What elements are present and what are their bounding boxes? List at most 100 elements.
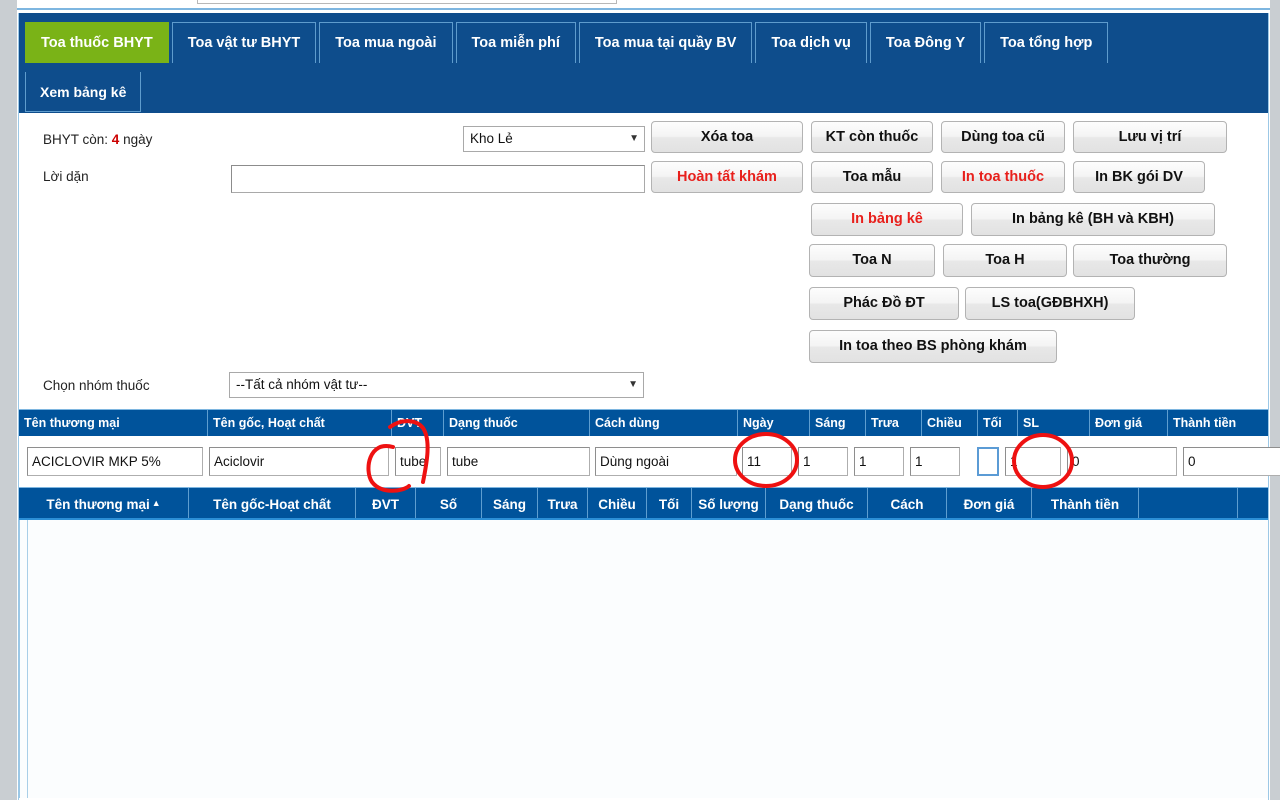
- body-left-rule: [27, 520, 28, 798]
- input-ngay[interactable]: 11: [742, 447, 792, 476]
- list-col-so-luong[interactable]: Số lượng: [692, 488, 766, 518]
- nhom-thuoc-select[interactable]: --Tất cả nhóm vật tư-- ▼: [229, 372, 644, 398]
- ls-toa-gdbhxh-button[interactable]: LS toa(GĐBHXH): [965, 287, 1135, 320]
- luu-vi-tri-button[interactable]: Lưu vị trí: [1073, 121, 1227, 153]
- list-col-dang-thuoc[interactable]: Dạng thuốc: [766, 488, 868, 518]
- top-divider: [17, 8, 1270, 10]
- list-col-chieu[interactable]: Chiều: [588, 488, 647, 518]
- list-col-label: Tên thương mại: [46, 497, 150, 512]
- tab-label: Toa miễn phí: [471, 35, 560, 51]
- list-col-toi[interactable]: Tối: [647, 488, 692, 518]
- col-sang: Sáng: [810, 410, 866, 436]
- tab-label: Toa mua ngoài: [335, 35, 437, 51]
- button-label: Phác Đồ ĐT: [843, 295, 925, 311]
- button-label: In bảng kê: [851, 211, 923, 227]
- tab-row-secondary: Xem bảng kê: [25, 72, 144, 112]
- in-bk-goi-dv-button[interactable]: In BK gói DV: [1073, 161, 1205, 193]
- kho-select[interactable]: Kho Lẻ ▼: [463, 126, 645, 152]
- list-col-thanh-tien[interactable]: Thành tiền: [1032, 488, 1139, 518]
- tab-label: Toa vật tư BHYT: [187, 35, 301, 51]
- in-toa-theo-bs-phong-kham-button[interactable]: In toa theo BS phòng khám: [809, 330, 1057, 363]
- list-col-trua[interactable]: Trưa: [538, 488, 588, 518]
- list-col-don-gia[interactable]: Đơn giá: [947, 488, 1032, 518]
- tab-toa-mua-ngoai[interactable]: Toa mua ngoài: [319, 22, 453, 63]
- col-thanh-tien: Thành tiền: [1173, 416, 1237, 430]
- input-don-gia[interactable]: 0: [1067, 447, 1177, 476]
- in-toa-thuoc-button[interactable]: In toa thuốc: [941, 161, 1065, 193]
- tab-label: Xem bảng kê: [40, 84, 127, 100]
- input-dvt[interactable]: tube: [395, 447, 441, 476]
- col-don-gia: Đơn giá: [1090, 410, 1168, 436]
- input-ten-goc[interactable]: Aciclovir: [209, 447, 389, 476]
- toa-mau-button[interactable]: Toa mẫu: [811, 161, 933, 193]
- button-label: Xóa toa: [700, 129, 754, 145]
- col-ngay: Ngày: [738, 410, 810, 436]
- tab-toa-mua-tai-quay-bv[interactable]: Toa mua tại quầy BV: [578, 22, 753, 63]
- tab-bar: Toa thuốc BHYT Toa vật tư BHYT Toa mua n…: [18, 13, 1269, 113]
- in-bang-ke-bh-kbh-button[interactable]: In bảng kê (BH và KBH): [971, 203, 1215, 236]
- input-dang-thuoc[interactable]: tube: [447, 447, 590, 476]
- input-sang[interactable]: 1: [798, 447, 848, 476]
- kho-select-value: Kho Lẻ: [470, 131, 513, 146]
- chevron-down-icon: ▼: [629, 133, 639, 144]
- dung-toa-cu-button[interactable]: Dùng toa cũ: [941, 121, 1065, 153]
- col-ten-goc: Tên gốc, Hoạt chất: [208, 410, 392, 436]
- entry-input-row: ACICLOVIR MKP 5% Aciclovir tube tube Dùn…: [19, 436, 1280, 487]
- tab-label: Toa dịch vụ: [771, 35, 851, 51]
- list-table-body[interactable]: [19, 520, 1268, 798]
- bhyt-days-value: 4: [111, 132, 120, 147]
- xoa-toa-button[interactable]: Xóa toa: [651, 121, 803, 153]
- bhyt-prefix: BHYT còn:: [43, 132, 109, 147]
- sort-ascending-icon: ▲: [151, 498, 161, 508]
- list-col-so[interactable]: Số: [416, 488, 482, 518]
- top-cutoff-panel: chiếu: [197, 0, 617, 4]
- list-col-ten-goc[interactable]: Tên gốc-Hoạt chất: [189, 488, 356, 518]
- toa-thuong-button[interactable]: Toa thường: [1073, 244, 1227, 277]
- list-col-ten-thuong-mai[interactable]: Tên thương mại ▲: [19, 488, 189, 518]
- tab-toa-dong-y[interactable]: Toa Đông Y: [869, 22, 982, 63]
- button-label: LS toa(GĐBHXH): [991, 295, 1109, 311]
- col-ten-thuong-mai: Tên thương mại: [19, 410, 208, 436]
- tab-toa-dich-vu[interactable]: Toa dịch vụ: [755, 22, 867, 63]
- tab-toa-vat-tu-bhyt[interactable]: Toa vật tư BHYT: [171, 22, 317, 63]
- input-cach-dung[interactable]: Dùng ngoài: [595, 447, 737, 476]
- tab-row-primary: Toa thuốc BHYT Toa vật tư BHYT Toa mua n…: [25, 22, 1111, 63]
- entry-table-header: Tên thương mại Tên gốc, Hoạt chất ĐVT Dạ…: [19, 409, 1268, 436]
- list-col-cach[interactable]: Cách: [868, 488, 947, 518]
- input-chieu[interactable]: 1: [910, 447, 960, 476]
- list-col-sang[interactable]: Sáng: [482, 488, 538, 518]
- toa-n-button[interactable]: Toa N: [809, 244, 935, 277]
- nhom-thuoc-label: Chọn nhóm thuốc: [43, 378, 150, 393]
- input-thanh-tien[interactable]: 0: [1183, 447, 1280, 476]
- tab-toa-tong-hop[interactable]: Toa tổng hợp: [984, 22, 1109, 63]
- button-label: In toa theo BS phòng khám: [839, 338, 1027, 354]
- toa-h-button[interactable]: Toa H: [943, 244, 1067, 277]
- button-label: KT còn thuốc: [825, 129, 919, 145]
- tab-xem-bang-ke[interactable]: Xem bảng kê: [25, 72, 142, 112]
- input-toi[interactable]: [977, 447, 999, 476]
- input-trua[interactable]: 1: [854, 447, 904, 476]
- button-label: Hoàn tất khám: [677, 169, 777, 185]
- tab-toa-mien-phi[interactable]: Toa miễn phí: [455, 22, 576, 63]
- bhyt-remaining-label: BHYT còn: 4 ngày: [43, 132, 152, 147]
- col-chieu: Chiều: [922, 410, 978, 436]
- list-col-extra-1[interactable]: [1139, 488, 1238, 518]
- col-dvt: ĐVT: [392, 410, 444, 436]
- tab-toa-thuoc-bhyt[interactable]: Toa thuốc BHYT: [25, 22, 169, 63]
- button-label: Toa mẫu: [842, 169, 902, 185]
- input-ten-thuong-mai[interactable]: ACICLOVIR MKP 5%: [27, 447, 203, 476]
- button-label: Dùng toa cũ: [961, 129, 1045, 145]
- loi-dan-input[interactable]: [231, 165, 645, 193]
- col-toi: Tối: [978, 410, 1018, 436]
- phac-do-dt-button[interactable]: Phác Đồ ĐT: [809, 287, 959, 320]
- list-col-dvt[interactable]: ĐVT: [356, 488, 416, 518]
- input-sl[interactable]: 1: [1005, 447, 1061, 476]
- button-label: Toa thường: [1109, 252, 1191, 268]
- kt-con-thuoc-button[interactable]: KT còn thuốc: [811, 121, 933, 153]
- list-col-extra-2[interactable]: [1238, 488, 1268, 518]
- tab-label: Toa thuốc BHYT: [41, 35, 153, 51]
- in-bang-ke-button[interactable]: In bảng kê: [811, 203, 963, 236]
- col-cach-dung: Cách dùng: [590, 410, 738, 436]
- application-window: chiếu Toa thuốc BHYT Toa vật tư BHYT Toa…: [17, 0, 1280, 800]
- hoan-tat-kham-button[interactable]: Hoàn tất khám: [651, 161, 803, 193]
